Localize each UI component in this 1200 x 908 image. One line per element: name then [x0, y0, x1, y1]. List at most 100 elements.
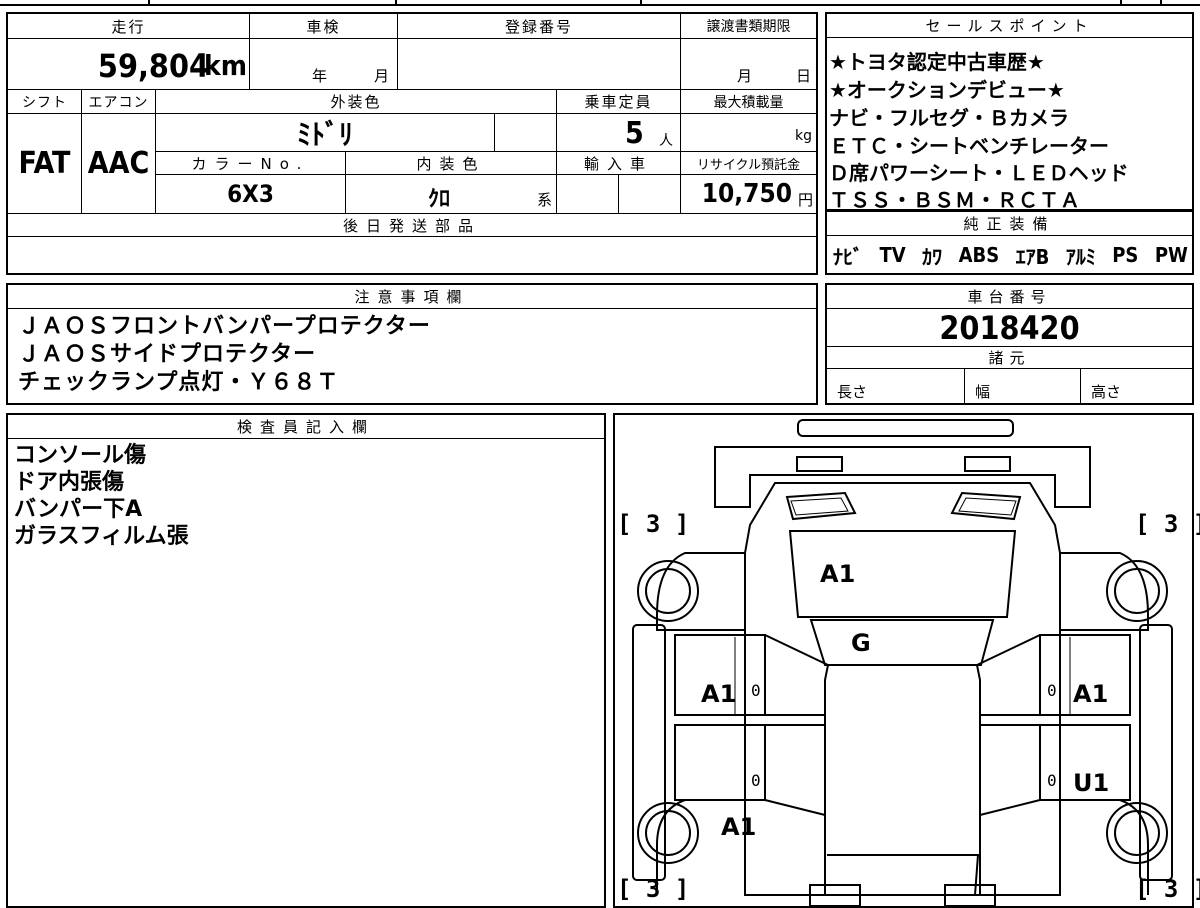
equipment-item-alloy: ｱﾙﾐ: [1065, 244, 1096, 269]
car-outline-diagram: [632, 419, 1173, 906]
top-cut-strip: [0, 0, 1200, 6]
max-load-label: 最大積載量: [681, 90, 816, 114]
inspector-line: コンソール傷: [14, 443, 147, 468]
top-cut-tick: [1120, 0, 1122, 6]
inspector-notes-title: 検査員記入欄: [8, 415, 604, 439]
top-cut-tick: [395, 0, 397, 6]
specifications-title: 諸元: [827, 347, 1192, 369]
length-cell: 長さ: [827, 369, 965, 403]
later-parts-cell: [8, 237, 816, 273]
door-mark-left-front: 0: [751, 681, 761, 700]
equipment-item-pw: PW: [1154, 243, 1188, 267]
length-label: 長さ: [837, 383, 868, 401]
inspection-year-unit: 年: [312, 67, 328, 85]
recycle-deposit-unit: 円: [797, 191, 813, 209]
notes-title: 注意事項欄: [8, 285, 816, 309]
equipment-title: 純正装備: [827, 212, 1192, 236]
recycle-deposit-value: 10,750: [701, 179, 792, 209]
recycle-deposit-cell: 10,750 円: [681, 175, 816, 213]
capacity-unit: 人: [659, 133, 673, 149]
inspector-line: ドア内張傷: [14, 470, 125, 495]
damage-left-rear-fender: A1: [721, 813, 757, 841]
interior-color-cell: ｸﾛ 系: [346, 175, 557, 213]
inspection-cell: 年 月: [250, 39, 398, 90]
transfer-deadline-label: 譲渡書類期限: [681, 14, 816, 39]
capacity-value: 5: [625, 116, 644, 151]
transfer-month-unit: 月: [737, 67, 753, 85]
equipment-item-navi: ﾅﾋﾞ: [833, 244, 863, 269]
door-mark-right-front: 0: [1047, 681, 1057, 700]
vehicle-info-table: 走行 車検 登録番号 譲渡書類期限 59,804 km 年 月 月 日 シフト …: [6, 12, 818, 275]
sales-point-line: ★トヨタ認定中古車歴★: [829, 50, 1045, 74]
interior-color-unit: 系: [536, 191, 552, 209]
height-label: 高さ: [1091, 383, 1122, 401]
interior-color-label: 内装色: [346, 152, 557, 175]
chassis-box: 車台番号 2018420 諸元 長さ 幅 高さ: [825, 283, 1194, 405]
top-cut-tick: [148, 0, 150, 6]
note-line: チェックランプ点灯・Ｙ６８Ｔ: [18, 370, 340, 395]
equipment-item-leather: ｶﾜ: [922, 244, 943, 269]
notes-box: 注意事項欄 ＪＡＯＳフロントバンパープロテクター ＪＡＯＳサイドプロテクター チ…: [6, 283, 818, 405]
note-line: ＪＡＯＳフロントバンパープロテクター: [18, 314, 431, 339]
shift-label: シフト: [8, 90, 82, 114]
import-car-cell-b: [619, 175, 681, 213]
height-cell: 高さ: [1081, 369, 1192, 403]
inspector-notes-box: 検査員記入欄 コンソール傷 ドア内張傷 バンパー下A ガラスフィルム張: [6, 413, 606, 908]
door-mark-right-rear: 0: [1047, 771, 1057, 790]
damage-left-front-door: A1: [701, 680, 737, 708]
transfer-deadline-cell: 月 日: [681, 39, 816, 90]
equipment-item-airbag: ｴｱB: [1015, 244, 1050, 269]
chassis-number-title: 車台番号: [827, 285, 1192, 309]
damage-windshield: G: [851, 629, 871, 657]
damage-right-front-door: A1: [1073, 680, 1109, 708]
interior-color-value: ｸﾛ: [428, 187, 451, 212]
aircon-label: エアコン: [82, 90, 156, 114]
mileage-cell: 59,804 km: [8, 39, 250, 90]
shift-value: FAT: [8, 114, 82, 213]
max-load-unit: kg: [795, 128, 812, 144]
exterior-color-code-cell: [495, 114, 557, 152]
import-car-cell-a: [557, 175, 619, 213]
door-mark-left-rear: 0: [751, 771, 761, 790]
note-line: ＪＡＯＳサイドプロテクター: [18, 342, 317, 367]
later-parts-label: 後日発送部品: [8, 213, 816, 237]
damage-hood: A1: [820, 560, 856, 588]
inspector-line: ガラスフィルム張: [14, 524, 189, 549]
inspection-month-unit: 月: [374, 67, 390, 85]
sales-point-line: Ｄ席パワーシート・ＬＥＤヘッド: [829, 161, 1129, 185]
equipment-item-ps: PS: [1112, 243, 1139, 267]
mileage-unit: km: [204, 49, 247, 82]
equipment-list: ﾅﾋﾞ TV ｶﾜ ABS ｴｱB ｱﾙﾐ PS PW: [833, 240, 1188, 270]
capacity-cell: 5 人: [557, 114, 681, 152]
vehicle-condition-diagram: [ 3 ] [ 3 ] [ 3 ] [ 3 ] A1 G A1 A1 U1 A1…: [613, 413, 1200, 908]
inspection-label: 車検: [250, 14, 398, 39]
mileage-label: 走行: [8, 14, 250, 39]
sales-point-line: ＴＳＳ・ＢＳＭ・ＲＣＴＡ: [829, 188, 1081, 212]
equipment-item-abs: ABS: [958, 243, 1000, 267]
capacity-label: 乗車定員: [557, 90, 681, 114]
registration-cell: [398, 39, 681, 90]
tire-tread-rear-left: [ 3 ]: [617, 875, 690, 903]
aircon-value: AAC: [82, 114, 156, 213]
chassis-number-value: 2018420: [827, 309, 1192, 347]
damage-right-rear-door: U1: [1073, 769, 1110, 797]
equipment-item-tv: TV: [879, 243, 906, 267]
import-car-label: 輸入車: [557, 152, 681, 175]
width-label: 幅: [975, 383, 991, 401]
exterior-color-value: ﾐﾄﾞﾘ: [156, 114, 495, 152]
top-cut-tick: [1160, 0, 1162, 6]
sales-point-line: ★オークションデビュー★: [829, 78, 1065, 102]
sales-points-box: セールスポイント ★トヨタ認定中古車歴★ ★オークションデビュー★ ナビ・フルセ…: [825, 12, 1194, 212]
transfer-day-unit: 日: [796, 67, 812, 85]
recycle-deposit-label: リサイクル預託金: [681, 152, 816, 175]
width-cell: 幅: [965, 369, 1081, 403]
sales-point-line: ナビ・フルセグ・Ｂカメラ: [829, 106, 1069, 130]
sales-points-title: セールスポイント: [827, 14, 1192, 38]
color-no-value: 6X3: [156, 175, 346, 213]
sales-point-line: ＥＴＣ・シートベンチレーター: [829, 134, 1109, 158]
tire-tread-front-left: [ 3 ]: [617, 510, 690, 538]
top-cut-tick: [640, 0, 642, 6]
tire-tread-front-right: [ 3 ]: [1135, 510, 1200, 538]
registration-label: 登録番号: [398, 14, 681, 39]
tire-tread-rear-right: [ 3 ]: [1135, 875, 1200, 903]
